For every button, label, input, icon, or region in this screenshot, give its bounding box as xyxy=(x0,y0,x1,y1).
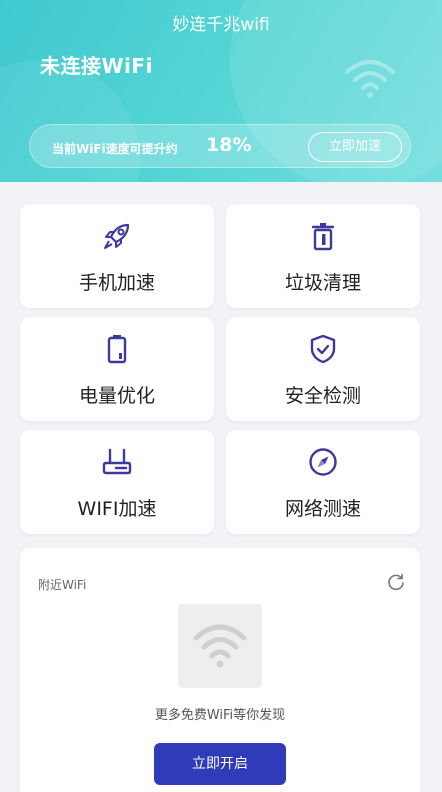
router-icon xyxy=(102,448,132,475)
wifi-icon xyxy=(193,624,247,668)
tool-card-junk-clean[interactable]: 垃圾清理 xyxy=(226,204,420,308)
open-now-button[interactable]: 立即开启 xyxy=(154,743,286,785)
rocket-icon xyxy=(104,223,130,249)
tool-label: 垃圾清理 xyxy=(284,272,361,294)
discover-text: 更多免费WiFi等你发现 xyxy=(154,708,286,723)
trash-icon xyxy=(311,223,335,251)
compass-icon xyxy=(309,448,337,476)
tool-label: WIFI加速 xyxy=(77,498,157,520)
tool-label: 电量优化 xyxy=(78,385,155,407)
app-title: 妙连千兆wifi xyxy=(172,15,270,35)
speed-percent: 18% xyxy=(206,134,252,156)
refresh-icon[interactable] xyxy=(386,572,406,592)
tool-card-wifi-boost[interactable]: WIFI加速 xyxy=(20,430,214,534)
connection-status: 未连接WiFi xyxy=(40,54,153,78)
nearby-wifi-title: 附近WiFi xyxy=(38,578,87,592)
battery-icon xyxy=(107,335,127,364)
wifi-watermark-icon xyxy=(345,60,395,98)
speed-hint-text: 当前WiFi速度可提升约 xyxy=(52,142,178,156)
tool-label: 网络测速 xyxy=(284,498,361,520)
nearby-wifi-panel: 附近WiFi 更多免费WiFi等你发现 立即开启 xyxy=(20,548,420,792)
tool-label: 安全检测 xyxy=(284,385,361,407)
tool-card-battery-optimize[interactable]: 电量优化 xyxy=(20,317,214,421)
shield-check-icon xyxy=(310,334,336,364)
tool-card-security-check[interactable]: 安全检测 xyxy=(226,317,420,421)
wifi-placeholder-image xyxy=(178,604,262,688)
header-banner: 妙连千兆wifi 未连接WiFi 当前WiFi速度可提升约 18% 立即加速 xyxy=(0,0,442,182)
boost-now-button[interactable]: 立即加速 xyxy=(308,132,402,162)
tool-card-phone-boost[interactable]: 手机加速 xyxy=(20,204,214,308)
speed-boost-bar: 当前WiFi速度可提升约 18% 立即加速 xyxy=(29,124,411,168)
tool-label: 手机加速 xyxy=(78,272,155,294)
tool-card-speed-test[interactable]: 网络测速 xyxy=(226,430,420,534)
